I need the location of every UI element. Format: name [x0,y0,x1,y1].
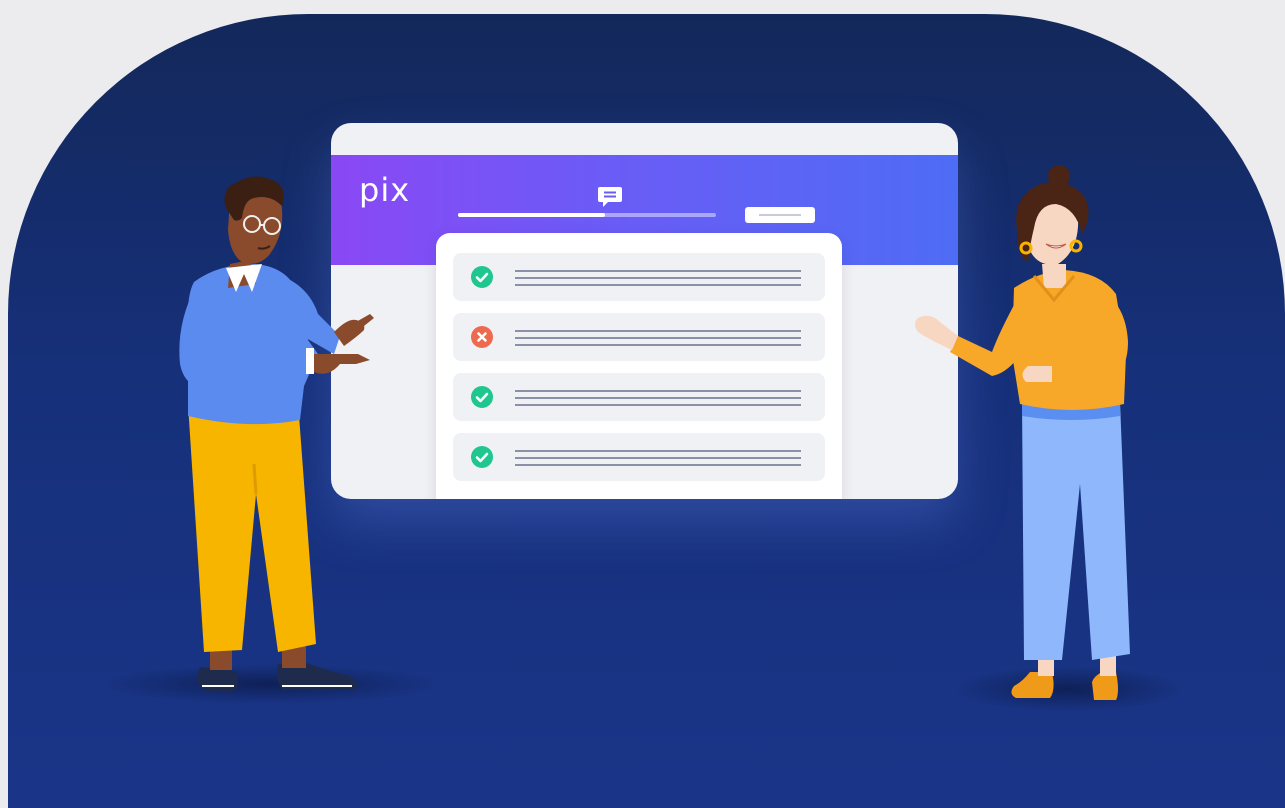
background-panel: pix [8,14,1285,808]
chat-bubble-icon [597,185,623,209]
answer-row [453,313,825,361]
answer-row [453,373,825,421]
progress-bar [458,213,716,217]
man-illustration [179,176,374,691]
answer-text-placeholder [515,390,801,406]
check-circle-icon [471,266,493,288]
header-button[interactable] [745,207,815,223]
answer-row [453,433,825,481]
quiz-window: pix [331,123,958,499]
answer-text-placeholder [515,450,801,466]
answers-card [436,233,842,499]
check-circle-icon [471,446,493,468]
answer-row [453,253,825,301]
progress-fill [458,213,606,217]
woman-illustration [915,165,1130,700]
answer-text-placeholder [515,270,801,286]
x-circle-icon [471,326,493,348]
check-circle-icon [471,386,493,408]
answer-text-placeholder [515,330,801,346]
header-button-label-placeholder [759,214,801,216]
